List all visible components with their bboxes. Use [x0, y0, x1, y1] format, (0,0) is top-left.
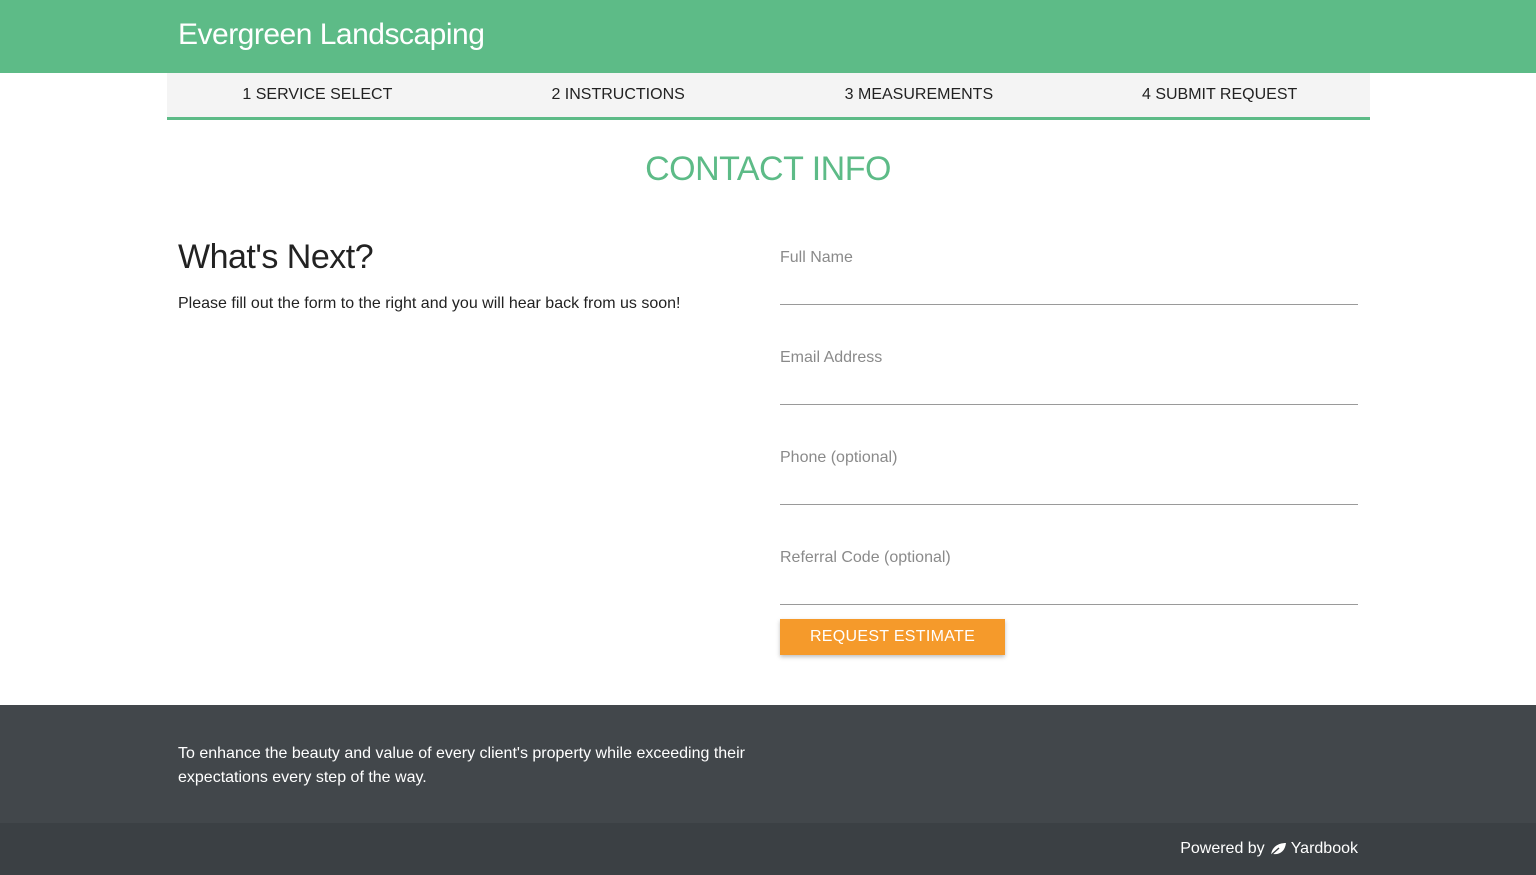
step-navigation: 1 SERVICE SELECT 2 INSTRUCTIONS 3 MEASUR…: [167, 73, 1370, 120]
sub-footer: Powered by Yardbook: [0, 823, 1536, 875]
request-estimate-button[interactable]: REQUEST ESTIMATE: [780, 619, 1005, 655]
footer: To enhance the beauty and value of every…: [0, 705, 1536, 823]
email-field-wrapper: [780, 341, 1358, 405]
referral-code-field-wrapper: [780, 541, 1358, 605]
whats-next-heading: What's Next?: [178, 238, 374, 276]
step-submit-request[interactable]: 4 SUBMIT REQUEST: [1069, 73, 1370, 117]
phone-field-wrapper: [780, 441, 1358, 505]
referral-code-input[interactable]: [780, 541, 1358, 604]
step-service-select[interactable]: 1 SERVICE SELECT: [167, 73, 468, 117]
full-name-field-wrapper: [780, 241, 1358, 305]
whats-next-text: Please fill out the form to the right an…: [178, 295, 681, 312]
leaf-icon: [1269, 841, 1287, 857]
phone-input[interactable]: [780, 441, 1358, 504]
full-name-input[interactable]: [780, 241, 1358, 304]
email-input[interactable]: [780, 341, 1358, 404]
powered-by-link[interactable]: Powered by Yardbook: [1180, 840, 1358, 858]
powered-by-label: Powered by: [1180, 840, 1265, 857]
brand-name[interactable]: Evergreen Landscaping: [178, 18, 485, 52]
mission-statement: To enhance the beauty and value of every…: [178, 745, 745, 786]
step-measurements[interactable]: 3 MEASUREMENTS: [769, 73, 1070, 117]
step-instructions[interactable]: 2 INSTRUCTIONS: [468, 73, 769, 117]
yardbook-brand: Yardbook: [1290, 840, 1358, 857]
top-header-bar: Evergreen Landscaping: [0, 0, 1536, 73]
page-title: CONTACT INFO: [645, 150, 891, 188]
